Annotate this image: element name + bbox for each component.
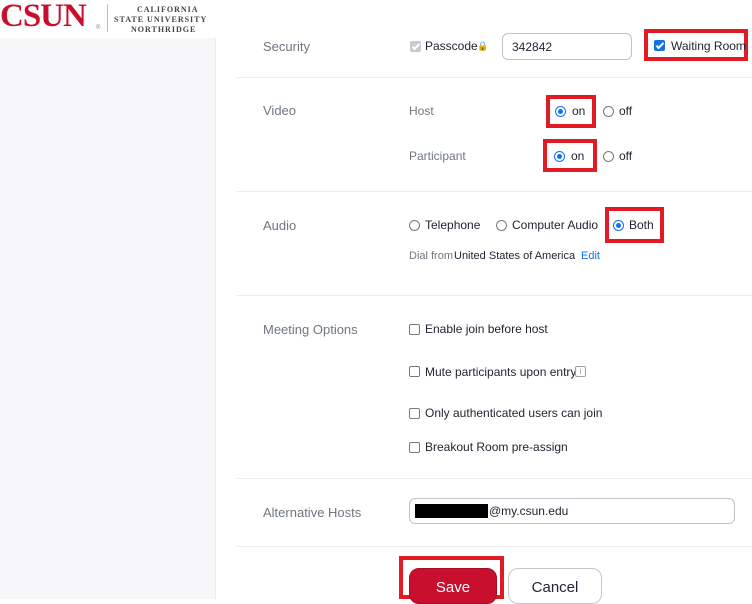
- participant-video-on-highlight: [543, 139, 597, 172]
- logo-divider: [107, 4, 108, 32]
- mute-participants-checkbox[interactable]: [409, 366, 420, 377]
- audio-label: Audio: [263, 218, 297, 233]
- video-label: Video: [263, 103, 297, 118]
- waiting-room-checkbox[interactable]: [654, 40, 665, 51]
- divider: [237, 546, 752, 547]
- passcode-value: 342842: [512, 40, 553, 54]
- alternative-hosts-label: Alternative Hosts: [263, 505, 362, 520]
- passcode-checkbox[interactable]: [410, 41, 421, 52]
- left-sidebar: [0, 38, 216, 599]
- audio-telephone-radio[interactable]: [409, 220, 420, 231]
- alternative-hosts-input[interactable]: @my.csun.edu: [409, 498, 735, 524]
- host-video-on-highlight: [546, 95, 596, 128]
- divider: [237, 191, 752, 192]
- logo-line-2: STATE UNIVERSITY: [114, 15, 208, 24]
- info-icon[interactable]: i: [575, 366, 586, 377]
- participant-video-off-label: off: [619, 149, 633, 163]
- registered-mark: ®: [96, 25, 101, 31]
- participant-label: Participant: [409, 149, 466, 163]
- audio-computer-radio[interactable]: [496, 220, 507, 231]
- audio-both-radio[interactable]: [613, 220, 624, 231]
- dial-from-country: United States of America: [454, 250, 576, 262]
- host-video-off-label: off: [619, 104, 633, 118]
- participant-video-off-radio[interactable]: [603, 151, 614, 162]
- passcode-label: Passcode: [425, 39, 478, 53]
- authenticated-users-label: Only authenticated users can join: [425, 406, 603, 420]
- dial-from-prefix: Dial from: [409, 250, 454, 262]
- logo-line-3: NORTHRIDGE: [131, 25, 197, 34]
- breakout-room-label: Breakout Room pre-assign: [425, 440, 568, 454]
- lock-icon: 🔒: [477, 41, 489, 51]
- redacted-email: [415, 504, 488, 518]
- csun-logo: CSUN ® CALIFORNIA STATE UNIVERSITY NORTH…: [0, 0, 215, 38]
- audio-telephone-label: Telephone: [425, 218, 481, 232]
- enable-join-before-host-label: Enable join before host: [425, 322, 548, 336]
- passcode-input[interactable]: 342842: [502, 33, 632, 60]
- audio-computer-label: Computer Audio: [512, 218, 599, 232]
- divider: [237, 295, 752, 296]
- mute-participants-label: Mute participants upon entry: [425, 365, 577, 379]
- meeting-settings-panel: Security Passcode 🔒 342842 Waiting Room …: [237, 0, 752, 604]
- logo-wordmark: CSUN: [0, 0, 87, 34]
- divider: [237, 478, 752, 479]
- participant-video-on-radio[interactable]: [554, 151, 565, 162]
- breakout-room-checkbox[interactable]: [409, 442, 420, 453]
- authenticated-users-checkbox[interactable]: [409, 408, 420, 419]
- enable-join-before-host-checkbox[interactable]: [409, 324, 420, 335]
- host-video-on-label: on: [572, 104, 586, 118]
- divider: [237, 77, 752, 78]
- audio-both-label: Both: [629, 218, 654, 232]
- meeting-options-label: Meeting Options: [263, 322, 358, 337]
- host-video-on-radio[interactable]: [555, 106, 566, 117]
- waiting-room-label: Waiting Room: [671, 39, 746, 53]
- logo-line-1: CALIFORNIA: [137, 5, 199, 14]
- host-video-off-radio[interactable]: [603, 106, 614, 117]
- host-label: Host: [409, 104, 434, 118]
- security-label: Security: [263, 39, 310, 54]
- participant-video-on-label: on: [571, 149, 585, 163]
- alternative-hosts-domain: @my.csun.edu: [489, 504, 569, 518]
- dial-from-edit-link[interactable]: Edit: [581, 250, 600, 262]
